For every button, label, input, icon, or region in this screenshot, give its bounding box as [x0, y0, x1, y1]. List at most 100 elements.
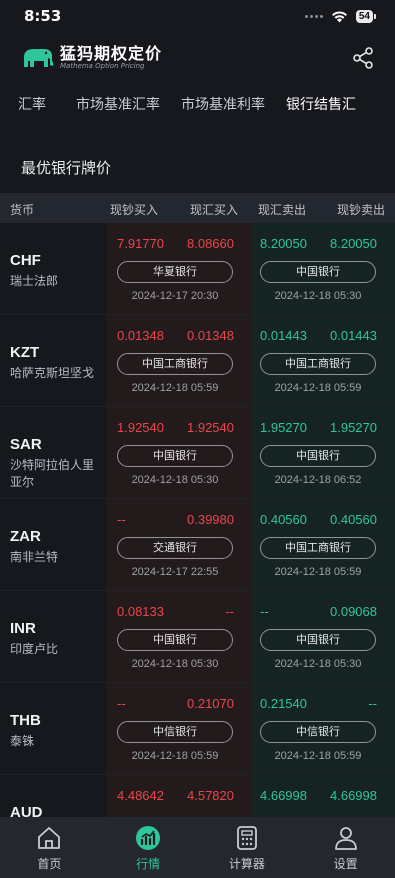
table-row[interactable]: THB 泰铢 -- 0.21070 中信银行 2024-12-18 05:59 …	[0, 683, 395, 775]
buy-bank-button[interactable]: 交通银行	[117, 537, 233, 559]
currency-name: 哈萨克斯坦坚戈	[10, 366, 95, 380]
spot-sell-value: 4.66998	[260, 788, 307, 803]
table-row[interactable]: INR 印度卢比 0.08133 -- 中国银行 2024-12-18 05:3…	[0, 591, 395, 683]
buy-timestamp: 2024-12-18 05:30	[131, 658, 219, 670]
sell-bank-button[interactable]: 中信银行	[260, 721, 376, 743]
cash-buy-value: --	[117, 696, 126, 711]
table-row[interactable]: ZAR 南非兰特 -- 0.39980 交通银行 2024-12-17 22:5…	[0, 499, 395, 591]
cash-buy-value: 7.91770	[117, 236, 164, 251]
col-cash-buy: 现钞买入	[110, 203, 159, 217]
spot-sell-value: 0.01443	[260, 328, 307, 343]
calculator-icon	[236, 826, 257, 850]
status-bar: 8:53 54	[0, 0, 395, 32]
buy-timestamp: 2024-12-18 05:59	[131, 382, 219, 394]
sell-bank-button[interactable]: 中国银行	[260, 629, 376, 651]
spot-sell-value: 0.21540	[260, 696, 307, 711]
market-chart-icon	[136, 826, 161, 850]
rate-list[interactable]: CHF 瑞士法郎 7.91770 8.08660 华夏银行 2024-12-17…	[0, 223, 395, 817]
spot-sell-value: 8.20050	[260, 236, 307, 251]
nav-calculator-label: 计算器	[228, 857, 265, 871]
nav-settings-label: 设置	[333, 857, 358, 871]
currency-code: KZT	[10, 344, 40, 361]
currency-code: SAR	[10, 436, 42, 453]
app-logo: 猛犸期权定价 Mathema Option Pricing	[20, 45, 162, 71]
tab-market-benchmark-interest[interactable]: 市场基准利率	[181, 94, 265, 114]
cash-buy-value: 0.08133	[117, 604, 164, 619]
currency-name: 沙特阿拉伯人里亚尔	[10, 458, 95, 489]
sell-bank-button[interactable]: 中国工商银行	[260, 353, 376, 375]
buy-bank-button[interactable]: 华夏银行	[117, 261, 233, 283]
bottom-navigation: 首页 行情 计算器 设置	[0, 817, 395, 878]
section-title: 最优银行牌价	[21, 159, 112, 177]
spot-buy-value: 0.01348	[187, 328, 234, 343]
sell-timestamp: 2024-12-18 05:59	[274, 566, 362, 578]
col-spot-sell: 现汇卖出	[258, 203, 307, 217]
table-header: 货币 现钞买入 现汇买入 现汇卖出 现钞卖出	[0, 193, 395, 223]
signal-icon	[304, 14, 323, 18]
mammoth-logo-icon	[24, 49, 54, 67]
sell-timestamp: 2024-12-18 05:59	[274, 382, 362, 394]
cash-sell-value: 1.95270	[330, 420, 377, 435]
nav-settings[interactable]: 设置	[296, 817, 395, 878]
table-row[interactable]: KZT 哈萨克斯坦坚戈 0.01348 0.01348 中国工商银行 2024-…	[0, 315, 395, 407]
nav-market[interactable]: 行情	[99, 817, 198, 878]
currency-code: ZAR	[10, 528, 41, 545]
currency-code: THB	[10, 712, 41, 729]
sell-bank-button[interactable]: 中国银行	[260, 445, 376, 467]
sell-timestamp: 2024-12-18 05:30	[274, 290, 362, 302]
cash-buy-value: --	[117, 512, 126, 527]
currency-code: CHF	[10, 252, 41, 269]
cash-sell-value: 0.01443	[330, 328, 377, 343]
cash-sell-value: 0.40560	[330, 512, 377, 527]
wifi-icon	[331, 10, 347, 22]
tab-bank-fx-settlement[interactable]: 银行结售汇	[286, 94, 356, 114]
cash-sell-value: --	[368, 696, 377, 711]
sell-bank-button[interactable]: 中国银行	[260, 261, 376, 283]
status-icons: 54	[304, 9, 377, 23]
sell-timestamp: 2024-12-18 05:30	[274, 658, 362, 670]
app-header: 猛犸期权定价 Mathema Option Pricing	[0, 36, 395, 80]
currency-code: INR	[10, 620, 36, 637]
cash-sell-value: 4.66998	[330, 788, 377, 803]
status-time: 8:53	[24, 7, 62, 25]
buy-bank-button[interactable]: 中国银行	[117, 445, 233, 467]
buy-bank-button[interactable]: 中国银行	[117, 629, 233, 651]
currency-name: 瑞士法郎	[10, 274, 59, 288]
spot-sell-value: 1.95270	[260, 420, 307, 435]
sell-timestamp: 2024-12-18 05:59	[274, 750, 362, 762]
spot-buy-value: 4.57820	[187, 788, 234, 803]
cash-buy-value: 0.01348	[117, 328, 164, 343]
nav-home[interactable]: 首页	[0, 817, 99, 878]
spot-buy-value: 1.92540	[187, 420, 234, 435]
logo-subtitle: Mathema Option Pricing	[60, 62, 145, 70]
col-spot-buy: 现汇买入	[190, 203, 239, 217]
tab-market-benchmark-rate[interactable]: 市场基准汇率	[76, 94, 160, 114]
cash-sell-value: 8.20050	[330, 236, 377, 251]
buy-bank-button[interactable]: 中信银行	[117, 721, 233, 743]
tab-exchange-rate[interactable]: 汇率	[18, 94, 46, 114]
logo-title: 猛犸期权定价	[60, 44, 163, 63]
spot-buy-value: --	[225, 604, 234, 619]
buy-timestamp: 2024-12-18 05:59	[131, 750, 219, 762]
sell-timestamp: 2024-12-18 06:52	[274, 474, 362, 486]
sell-bank-button[interactable]: 中国工商银行	[260, 537, 376, 559]
spot-buy-value: 0.21070	[187, 696, 234, 711]
nav-market-label: 行情	[136, 857, 161, 871]
table-row[interactable]: SAR 沙特阿拉伯人里亚尔 1.92540 1.92540 中国银行 2024-…	[0, 407, 395, 499]
col-cash-sell: 现钞卖出	[337, 203, 386, 217]
currency-name: 泰铢	[10, 734, 35, 748]
col-currency: 货币	[10, 203, 35, 217]
currency-code: AUD	[10, 804, 43, 817]
currency-name: 南非兰特	[10, 550, 59, 564]
table-row[interactable]: AUD 4.48642 4.57820 4.66998 4.66998	[0, 775, 395, 817]
buy-timestamp: 2024-12-17 22:55	[131, 566, 219, 578]
buy-timestamp: 2024-12-17 20:30	[131, 290, 219, 302]
nav-calculator[interactable]: 计算器	[198, 817, 297, 878]
spot-sell-value: --	[260, 604, 269, 619]
nav-home-label: 首页	[37, 857, 62, 871]
buy-bank-button[interactable]: 中国工商银行	[117, 353, 233, 375]
cash-buy-value: 1.92540	[117, 420, 164, 435]
table-row[interactable]: CHF 瑞士法郎 7.91770 8.08660 华夏银行 2024-12-17…	[0, 223, 395, 315]
category-tabs: 汇率 市场基准汇率 市场基准利率 银行结售汇	[0, 88, 395, 120]
share-icon[interactable]	[351, 46, 375, 70]
